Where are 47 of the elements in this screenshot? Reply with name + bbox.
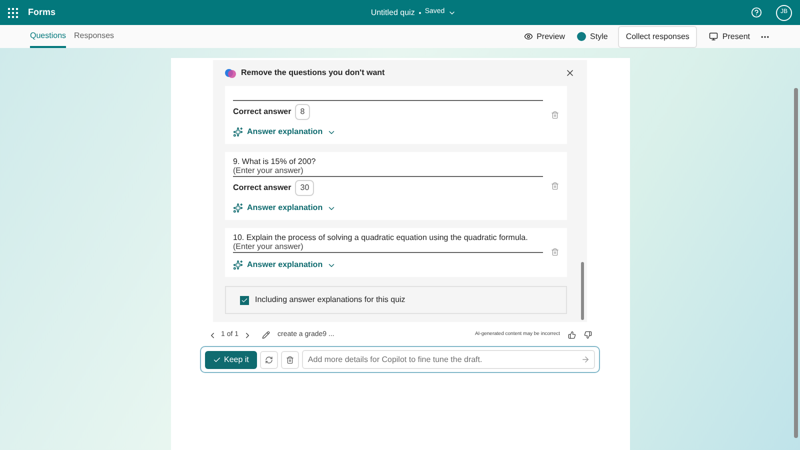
app-launcher-icon[interactable]	[8, 8, 18, 18]
collect-responses-button[interactable]: Collect responses	[618, 26, 698, 48]
answer-hint: (Enter your answer)	[233, 166, 304, 176]
delete-icon[interactable]	[551, 248, 559, 256]
answer-explanation-button[interactable]: Answer explanation	[233, 202, 551, 214]
tab[interactable]: Questions	[30, 25, 66, 48]
panel-title: Remove the questions you don't want	[241, 67, 385, 79]
correct-answer-field[interactable]: 30	[295, 180, 314, 196]
trash-icon	[286, 356, 294, 364]
thumbs-down-icon[interactable]	[584, 331, 592, 339]
answer-explanation-button[interactable]: Answer explanation	[233, 126, 551, 138]
keep-button[interactable]: Keep it	[205, 350, 257, 368]
question-text: 10. Explain the process of solving a quadratic equation using the quadratic formula.	[233, 233, 529, 243]
document-title: Untitled quiz	[370, 6, 415, 18]
question-text: 9. What is 15% of 200?	[233, 157, 317, 167]
details-input[interactable]: Add more details for Copilot to fine tune the draft.	[302, 350, 595, 369]
previous-icon[interactable]	[208, 330, 217, 340]
send-icon[interactable]	[581, 355, 590, 364]
app-name: Forms	[28, 6, 56, 19]
close-icon[interactable]	[565, 68, 575, 78]
copilot-logo-icon	[225, 68, 236, 78]
present-button[interactable]: Present	[709, 30, 750, 42]
correct-answer-field[interactable]: 8	[295, 104, 310, 120]
checkbox[interactable]	[240, 296, 249, 304]
monitor-icon	[709, 32, 718, 41]
regenerate-button[interactable]	[260, 350, 278, 368]
style-button[interactable]: Style	[577, 30, 608, 42]
sparkle-icon	[233, 127, 243, 137]
check-icon	[213, 356, 221, 364]
preview-button[interactable]: Preview	[524, 30, 566, 42]
eye-icon	[524, 32, 533, 41]
tab[interactable]: Responses	[74, 25, 114, 48]
sparkle-icon	[233, 203, 243, 213]
delete-icon[interactable]	[551, 182, 559, 190]
answer-hint: (Enter your answer)	[233, 242, 304, 252]
page-scrollbar[interactable]	[794, 88, 798, 438]
answer-explanation-button[interactable]: Answer explanation	[233, 259, 551, 271]
correct-answer-label: Correct answer	[233, 106, 292, 118]
correct-answer-label: Correct answer	[233, 182, 292, 194]
help-icon[interactable]	[751, 7, 762, 18]
sparkle-icon	[233, 260, 243, 270]
discard-button[interactable]	[280, 350, 299, 368]
option-label: Including answer explanations for this quiz	[255, 294, 406, 306]
delete-icon[interactable]	[551, 110, 559, 118]
thumbs-up-icon[interactable]	[568, 331, 576, 339]
pencil-icon	[262, 331, 270, 339]
refresh-icon	[264, 356, 273, 364]
